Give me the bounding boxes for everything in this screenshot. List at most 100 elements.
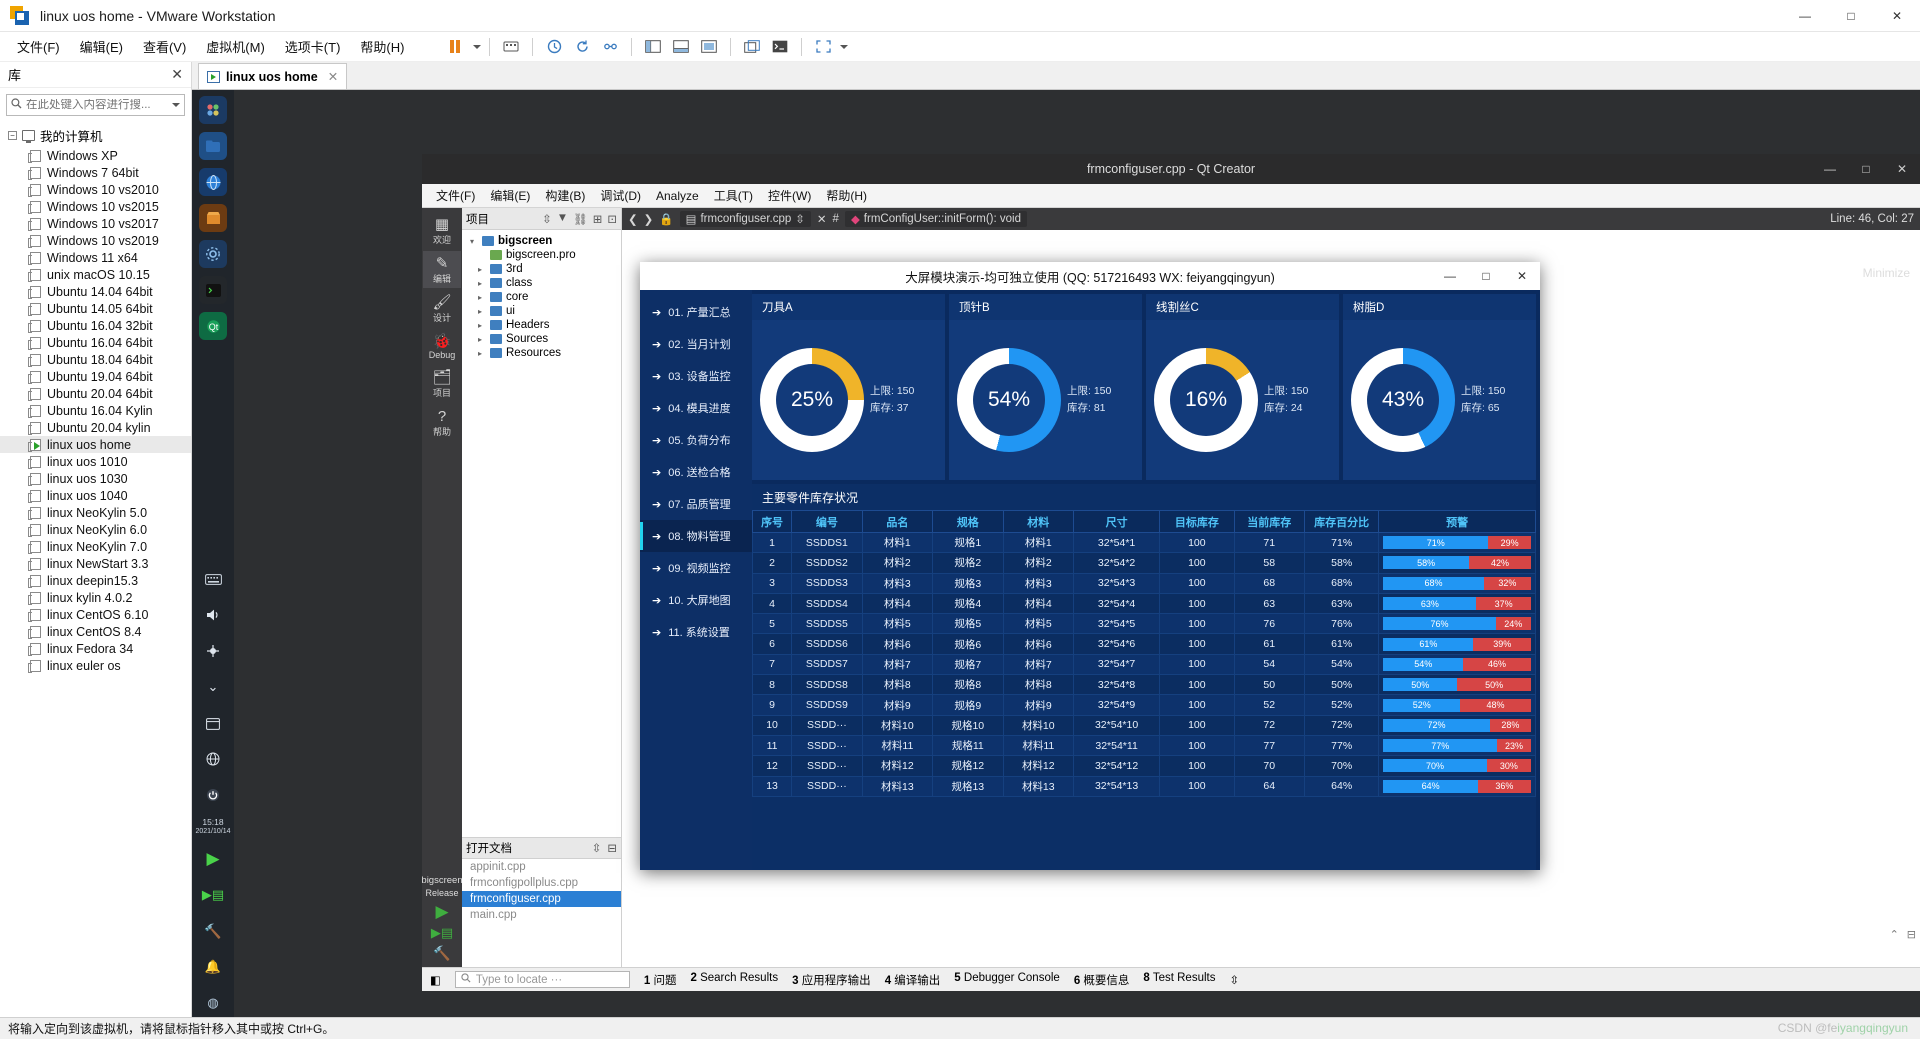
snapshot-manager-icon[interactable]	[597, 36, 623, 58]
menu-tabs[interactable]: 选项卡(T)	[276, 33, 350, 60]
editor-nav-forward-icon[interactable]: ❯	[644, 212, 654, 226]
qt-menu-edit[interactable]: 编辑(E)	[484, 185, 536, 206]
demo-minimize-button[interactable]: —	[1432, 262, 1468, 290]
editor-split-icon[interactable]: ⊟	[1907, 928, 1916, 941]
dock-notification-icon[interactable]: 🔔	[199, 953, 227, 981]
dock-qtcreator-icon[interactable]: Qt	[199, 312, 227, 340]
qt-menu-help[interactable]: 帮助(H)	[820, 185, 873, 206]
menu-edit[interactable]: 编辑(E)	[71, 33, 132, 60]
table-row[interactable]: 11 SSDD··· 材料11 规格11 材料11 32*54*11 100 77 77% 77%…	[751, 734, 1536, 757]
dock-brightness-icon[interactable]	[199, 637, 227, 665]
qt-debug-button[interactable]: ▶▤	[431, 924, 453, 941]
library-vm-item[interactable]: linux NeoKylin 5.0	[0, 504, 191, 521]
demo-nav-item[interactable]: ➔ 02. 当月计划	[640, 328, 752, 360]
qt-run-button[interactable]: ▶	[435, 903, 448, 920]
send-ctrl-alt-del-icon[interactable]	[498, 36, 524, 58]
dock-keyboard-icon[interactable]	[199, 565, 227, 593]
table-row[interactable]: 13 SSDD··· 材料13 规格13 材料13 32*54*13 100 64 64% 64%…	[751, 775, 1536, 797]
table-row[interactable]: 9 SSDDS9 材料9 规格9 材料9 32*54*9 100 52 52% 52% 48%	[751, 694, 1536, 716]
chevron-right-icon[interactable]: ▸	[478, 321, 486, 330]
library-vm-item[interactable]: linux deepin15.3	[0, 572, 191, 589]
qt-build-button[interactable]: 🔨	[433, 945, 450, 962]
editor-symbol-chip[interactable]: ◆ frmConfigUser::initForm(): void	[844, 211, 1027, 227]
table-row[interactable]: 2 SSDDS2 材料2 规格2 材料2 32*54*2 100 58 58% 58% 42%	[751, 552, 1536, 574]
library-vm-item[interactable]: Ubuntu 18.04 64bit	[0, 351, 191, 368]
qt-menu-debug[interactable]: 调试(D)	[594, 185, 647, 206]
status-more-icon[interactable]: ⇳	[1229, 973, 1239, 987]
library-vm-item[interactable]: Windows 10 vs2019	[0, 232, 191, 249]
demo-maximize-button[interactable]: □	[1468, 262, 1504, 290]
library-vm-item[interactable]: linux uos home	[0, 436, 191, 453]
library-vm-item[interactable]: Windows 11 x64	[0, 249, 191, 266]
qt-menu-file[interactable]: 文件(F)	[430, 185, 481, 206]
demo-nav-item[interactable]: ➔ 03. 设备监控	[640, 360, 752, 392]
table-row[interactable]: 5 SSDDS5 材料5 规格5 材料5 32*54*5 100 76 76% 76% 24%	[751, 613, 1536, 635]
chevron-down-icon[interactable]: ▾	[470, 237, 478, 246]
project-root[interactable]: ▾ bigscreen	[464, 234, 619, 248]
qt-mode-design[interactable]: 🖌 设计	[423, 290, 461, 327]
demo-nav-item[interactable]: ➔ 10. 大屏地图	[640, 584, 752, 616]
menu-vm[interactable]: 虚拟机(M)	[197, 33, 274, 60]
chevron-right-icon[interactable]: ▸	[478, 293, 486, 302]
editor-hash-icon[interactable]: #	[833, 213, 839, 225]
open-document-item[interactable]: frmconfiguser.cpp	[462, 891, 621, 907]
demo-nav-item[interactable]: ➔ 08. 物料管理	[640, 520, 752, 552]
demo-nav-item[interactable]: ➔ 04. 模具进度	[640, 392, 752, 424]
minimize-button[interactable]: —	[1782, 0, 1828, 32]
project-sort-icon[interactable]: ⇳	[542, 212, 552, 226]
library-vm-item[interactable]: Windows XP	[0, 147, 191, 164]
expander-icon[interactable]: −	[8, 131, 17, 140]
vm-tab-linux-uos-home[interactable]: linux uos home ✕	[198, 63, 348, 89]
chevron-right-icon[interactable]: ▸	[478, 279, 486, 288]
dock-run-debug-icon[interactable]: ▶▤	[199, 881, 227, 909]
revert-snapshot-icon[interactable]	[569, 36, 595, 58]
qt-locator[interactable]: Type to locate ···	[454, 971, 630, 988]
dock-chevron-down-icon[interactable]: ⌄	[199, 673, 227, 701]
dock-network-icon[interactable]	[199, 745, 227, 773]
menu-help[interactable]: 帮助(H)	[351, 33, 413, 60]
chevron-down-icon[interactable]	[473, 44, 482, 49]
output-pane-button[interactable]: 5 Debugger Console	[954, 972, 1060, 988]
project-link-icon[interactable]: ⛓	[573, 212, 588, 226]
qt-minimize-button[interactable]: —	[1812, 154, 1848, 184]
dock-play-icon[interactable]: ▶	[199, 845, 227, 873]
chevron-right-icon[interactable]: ▸	[478, 349, 486, 358]
dock-globe-icon[interactable]: ◍	[199, 989, 227, 1017]
demo-nav-item[interactable]: ➔ 06. 送检合格	[640, 456, 752, 488]
library-vm-item[interactable]: Windows 7 64bit	[0, 164, 191, 181]
search-input[interactable]	[26, 99, 156, 111]
library-close-icon[interactable]: ✕	[171, 66, 183, 83]
qt-menu-build[interactable]: 构建(B)	[539, 185, 591, 206]
library-vm-item[interactable]: unix macOS 10.15	[0, 266, 191, 283]
library-vm-item[interactable]: linux uos 1030	[0, 470, 191, 487]
qt-mode-help[interactable]: ? 帮助	[423, 404, 461, 441]
demo-nav-item[interactable]: ➔ 01. 产量汇总	[640, 296, 752, 328]
output-pane-button[interactable]: 1 问题	[644, 972, 677, 988]
library-vm-item[interactable]: Ubuntu 14.05 64bit	[0, 300, 191, 317]
qt-mode-debug[interactable]: 🐞 Debug	[423, 329, 461, 363]
table-row[interactable]: 7 SSDDS7 材料7 规格7 材料7 32*54*7 100 54 54% 54% 46%	[751, 653, 1536, 676]
show-library-icon[interactable]	[640, 36, 666, 58]
editor-file-chevron-icon[interactable]: ⇳	[795, 212, 805, 226]
qt-menu-analyze[interactable]: Analyze	[650, 187, 705, 205]
library-vm-item[interactable]: Ubuntu 19.04 64bit	[0, 368, 191, 385]
show-thumbnail-bar-icon[interactable]	[668, 36, 694, 58]
project-folder-row[interactable]: ▸ class	[464, 276, 619, 290]
library-vm-item[interactable]: Ubuntu 20.04 64bit	[0, 385, 191, 402]
output-pane-button[interactable]: 2 Search Results	[690, 972, 778, 988]
library-search[interactable]	[6, 94, 185, 116]
project-filter-icon[interactable]: ▼	[557, 212, 568, 226]
demo-close-button[interactable]: ✕	[1504, 262, 1540, 290]
qt-menu-tools[interactable]: 工具(T)	[708, 185, 759, 206]
output-pane-button[interactable]: 3 应用程序输出	[792, 972, 871, 988]
library-vm-item[interactable]: linux uos 1040	[0, 487, 191, 504]
table-row[interactable]: 6 SSDDS6 材料6 规格6 材料6 32*54*6 100 61 61% 61% 39%	[751, 633, 1536, 655]
table-row[interactable]: 3 SSDDS3 材料3 规格3 材料3 32*54*3 100 68 68% 68% 32%	[751, 572, 1536, 594]
demo-nav-item[interactable]: ➔ 05. 负荷分布	[640, 424, 752, 456]
status-sidebar-toggle-icon[interactable]: ◧	[430, 973, 441, 987]
library-vm-item[interactable]: linux CentOS 8.4	[0, 623, 191, 640]
dock-power-icon[interactable]	[199, 781, 227, 809]
dock-build-icon[interactable]: 🔨	[199, 917, 227, 945]
demo-nav-item[interactable]: ➔ 11. 系统设置	[640, 616, 752, 648]
table-row[interactable]: 4 SSDDS4 材料4 规格4 材料4 32*54*4 100 63 63% 63% 37%	[751, 592, 1536, 615]
